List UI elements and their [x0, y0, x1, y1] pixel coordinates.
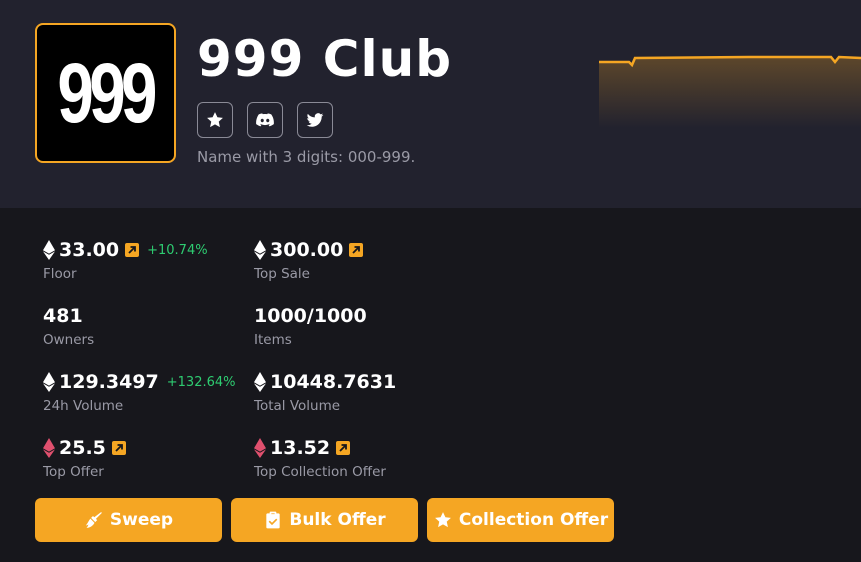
- items-label: Items: [254, 332, 292, 348]
- stat-top-offer: 25.5 Top Offer: [43, 436, 126, 480]
- stat-top-sale: 300.00 Top Sale: [254, 238, 364, 282]
- action-buttons: Sweep Bulk Offer Collection Offer: [35, 498, 614, 542]
- top-offer-label: Top Offer: [43, 464, 104, 480]
- clipboard-check-icon: [266, 511, 281, 529]
- collection-description: Name with 3 digits: 000-999.: [197, 148, 416, 166]
- logo-text: 999: [57, 45, 158, 140]
- discord-icon: [256, 113, 274, 127]
- items-value: 1000/1000: [254, 305, 367, 327]
- total-volume-label: Total Volume: [254, 398, 341, 414]
- owners-label: Owners: [43, 332, 95, 348]
- external-link-icon[interactable]: [349, 243, 364, 257]
- collection-header: 999 999 Club Name with 3 digits: 000-999…: [0, 0, 861, 208]
- weth-icon: [43, 438, 55, 458]
- external-link-icon[interactable]: [125, 243, 140, 257]
- star-icon: [207, 112, 223, 128]
- 24h-volume-label: 24h Volume: [43, 398, 124, 414]
- total-volume-value: 10448.7631: [270, 371, 397, 393]
- top-collection-offer-label: Top Collection Offer: [254, 464, 386, 480]
- 24h-volume-change: +132.64%: [166, 374, 236, 390]
- price-sparkline: [599, 55, 861, 128]
- bulk-offer-label: Bulk Offer: [289, 510, 386, 530]
- weth-icon: [254, 438, 266, 458]
- collection-logo: 999: [35, 23, 176, 163]
- stat-items: 1000/1000 Items: [254, 304, 367, 348]
- owners-value: 481: [43, 305, 83, 327]
- top-collection-offer-value: 13.52: [270, 437, 331, 459]
- 24h-volume-value: 129.3497: [59, 371, 159, 393]
- bulk-offer-button[interactable]: Bulk Offer: [231, 498, 418, 542]
- floor-value: 33.00: [59, 239, 120, 261]
- eth-icon: [43, 240, 55, 260]
- collection-offer-label: Collection Offer: [458, 510, 609, 530]
- top-sale-label: Top Sale: [254, 266, 310, 282]
- favorite-button[interactable]: [197, 102, 233, 138]
- stat-owners: 481 Owners: [43, 304, 94, 348]
- external-link-icon[interactable]: [336, 441, 351, 455]
- stat-floor: 33.00 +10.74% Floor: [43, 238, 208, 282]
- collection-offer-button[interactable]: Collection Offer: [427, 498, 614, 542]
- stat-total-volume: 10448.7631 Total Volume: [254, 370, 396, 414]
- eth-icon: [254, 240, 266, 260]
- top-offer-value: 25.5: [59, 437, 106, 459]
- social-links: [197, 102, 333, 138]
- sparkline-area: [599, 57, 861, 128]
- twitter-icon: [306, 113, 324, 127]
- top-sale-value: 300.00: [270, 239, 344, 261]
- stat-24h-volume: 129.3497 +132.64% 24h Volume: [43, 370, 236, 414]
- floor-change: +10.74%: [147, 242, 208, 258]
- eth-icon: [254, 372, 266, 392]
- star-icon: [434, 512, 451, 528]
- floor-label: Floor: [43, 266, 77, 282]
- eth-icon: [43, 372, 55, 392]
- collection-title: 999 Club: [197, 30, 452, 88]
- discord-link[interactable]: [247, 102, 283, 138]
- broom-icon: [85, 512, 102, 528]
- twitter-link[interactable]: [297, 102, 333, 138]
- sweep-button[interactable]: Sweep: [35, 498, 222, 542]
- sweep-label: Sweep: [109, 510, 174, 530]
- external-link-icon[interactable]: [111, 441, 126, 455]
- stat-top-collection-offer: 13.52 Top Collection Offer: [254, 436, 386, 480]
